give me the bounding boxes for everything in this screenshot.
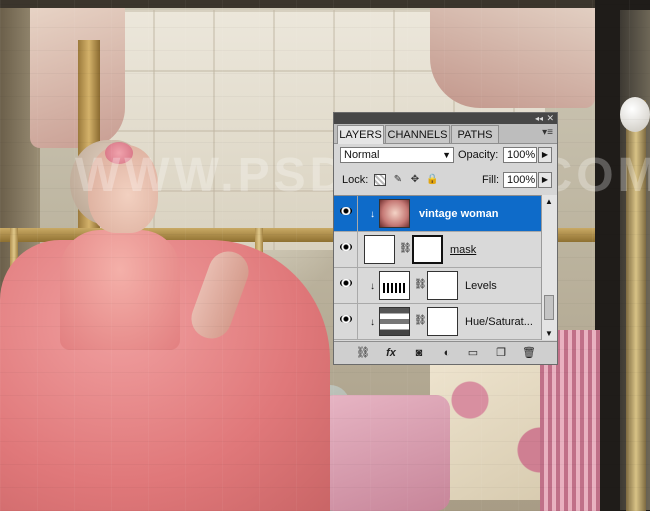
fill-slider-button[interactable]: ▶ bbox=[538, 172, 552, 188]
link-chain-icon[interactable]: ⛓ bbox=[399, 243, 412, 254]
panel-tabs: LAYERS CHANNELS PATHS ▾≡ bbox=[334, 124, 557, 144]
layer-name: Levels bbox=[465, 280, 497, 292]
layer-hue-saturation[interactable]: ↓ ⛓ Hue/Saturat... bbox=[334, 304, 541, 340]
lock-transparency-icon[interactable] bbox=[374, 174, 386, 186]
hue-saturation-adjustment-icon bbox=[379, 307, 410, 336]
new-layer-icon[interactable]: ❐ bbox=[494, 346, 508, 360]
layer-levels[interactable]: ↓ ⛓ Levels bbox=[334, 268, 541, 304]
visibility-eye-icon[interactable] bbox=[334, 232, 358, 267]
panel-titlebar[interactable]: ◂◂ ✕ bbox=[334, 113, 557, 124]
clip-arrow-icon: ↓ bbox=[370, 209, 375, 220]
visibility-eye-icon[interactable] bbox=[334, 304, 358, 339]
panel-menu-icon[interactable]: ▾≡ bbox=[542, 127, 553, 138]
close-icon[interactable]: ✕ bbox=[546, 113, 554, 124]
fill-label: Fill: bbox=[482, 174, 500, 186]
visibility-eye-icon[interactable] bbox=[334, 196, 358, 231]
layer-mask[interactable]: ⛓ mask bbox=[334, 232, 541, 268]
visibility-eye-icon[interactable] bbox=[334, 268, 358, 303]
clip-arrow-icon: ↓ bbox=[370, 281, 375, 292]
opacity-input[interactable]: 100% bbox=[503, 147, 537, 163]
blend-row: Normal ▼ Opacity: 100% ▶ bbox=[334, 146, 557, 164]
layer-name: mask bbox=[450, 244, 477, 256]
lock-all-icon[interactable]: 🔒 bbox=[426, 174, 438, 186]
lock-pixels-icon[interactable]: ✎ bbox=[392, 174, 404, 186]
opacity-slider-button[interactable]: ▶ bbox=[538, 147, 552, 163]
tab-layers[interactable]: LAYERS bbox=[337, 125, 384, 144]
link-icon[interactable]: ⛓ bbox=[356, 346, 370, 360]
mask-thumbnail[interactable] bbox=[412, 235, 443, 264]
tab-paths[interactable]: PATHS bbox=[451, 125, 499, 143]
scroll-up-icon[interactable]: ▲ bbox=[545, 197, 553, 206]
group-folder-icon[interactable]: ▭ bbox=[466, 346, 480, 360]
link-chain-icon[interactable]: ⛓ bbox=[414, 315, 427, 326]
layers-panel: ◂◂ ✕ LAYERS CHANNELS PATHS ▾≡ Normal ▼ O… bbox=[333, 112, 558, 365]
link-chain-icon[interactable]: ⛓ bbox=[414, 279, 427, 290]
levels-adjustment-icon bbox=[379, 271, 410, 300]
lock-row: Lock: ✎ ✥ 🔒 Fill: 100% ▶ bbox=[334, 171, 557, 189]
blend-mode-select[interactable]: Normal ▼ bbox=[340, 147, 454, 163]
collapse-icon[interactable]: ◂◂ bbox=[535, 113, 543, 124]
opacity-label: Opacity: bbox=[458, 149, 499, 161]
fill-input[interactable]: 100% bbox=[503, 172, 537, 188]
layer-vintage-woman[interactable]: ↓ vintage woman bbox=[334, 196, 541, 232]
clip-arrow-icon: ↓ bbox=[370, 317, 375, 328]
tab-channels[interactable]: CHANNELS bbox=[385, 125, 450, 143]
lock-label: Lock: bbox=[342, 174, 369, 186]
layers-scrollbar[interactable]: ▲ ▼ bbox=[541, 195, 557, 340]
panel-bottom-toolbar: ⛓ fx ◙ ◐ ▭ ❐ 🗑 bbox=[334, 341, 557, 364]
adjustment-icon[interactable]: ◐ bbox=[440, 346, 454, 360]
chevron-down-icon: ▼ bbox=[442, 150, 451, 160]
layer-thumbnail bbox=[379, 199, 410, 228]
lock-position-icon[interactable]: ✥ bbox=[409, 174, 421, 186]
fx-icon[interactable]: fx bbox=[384, 346, 398, 360]
layer-thumbnail bbox=[364, 235, 395, 264]
layer-name: vintage woman bbox=[419, 208, 499, 220]
scroll-thumb[interactable] bbox=[544, 295, 554, 320]
blend-mode-value: Normal bbox=[344, 149, 380, 161]
mask-thumbnail[interactable] bbox=[427, 271, 458, 300]
layers-list: ↓ vintage woman ⛓ mask ↓ ⛓ Levels ↓ ⛓ Hu… bbox=[334, 195, 541, 341]
mask-thumbnail[interactable] bbox=[427, 307, 458, 336]
add-mask-icon[interactable]: ◙ bbox=[412, 346, 426, 360]
scroll-down-icon[interactable]: ▼ bbox=[545, 329, 553, 338]
trash-icon[interactable]: 🗑 bbox=[522, 346, 536, 360]
layer-name: Hue/Saturat... bbox=[465, 316, 533, 328]
